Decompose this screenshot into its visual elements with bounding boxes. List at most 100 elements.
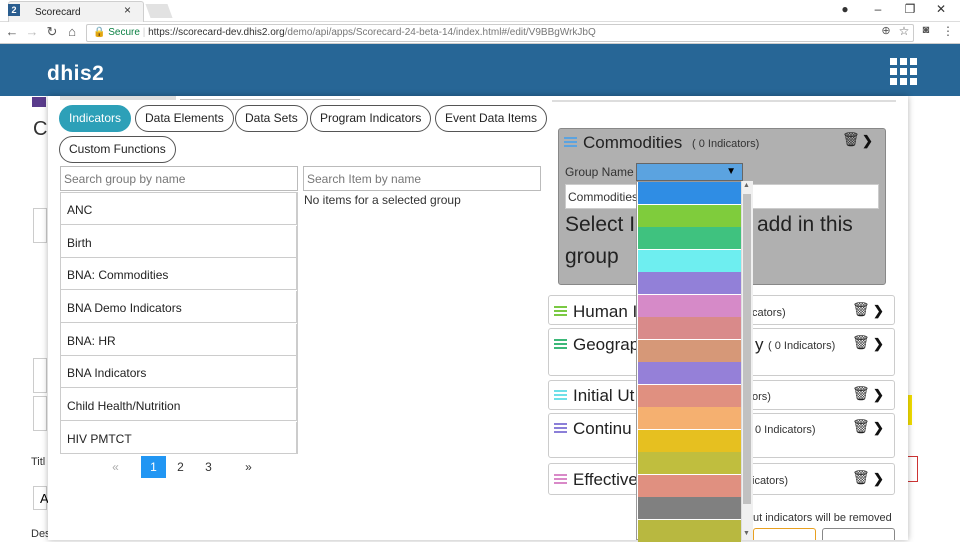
trash-icon[interactable]: 🗑	[852, 301, 870, 318]
close-icon[interactable]: ✕	[926, 2, 956, 16]
color-swatch-option[interactable]	[638, 294, 741, 317]
back-icon[interactable]: ←	[4, 24, 20, 39]
color-swatch-option[interactable]	[638, 182, 741, 204]
browser-tab-strip	[0, 0, 960, 22]
color-swatch-option[interactable]	[638, 452, 741, 474]
group-title: Initial Ut	[573, 386, 635, 405]
trash-icon[interactable]: 🗑	[842, 131, 860, 148]
bg-box	[33, 208, 47, 243]
group-title: Continu	[573, 419, 632, 438]
minimize-icon[interactable]: –	[863, 2, 893, 16]
tab-event-data-items[interactable]: Event Data Items	[435, 105, 548, 132]
trash-icon[interactable]: 🗑	[852, 469, 870, 486]
chevron-down-icon[interactable]: ❯	[873, 420, 884, 436]
scroll-down-icon[interactable]: ▼	[743, 530, 750, 537]
reload-icon[interactable]: ↻	[44, 24, 60, 40]
chevron-down-icon[interactable]: ❯	[862, 133, 873, 149]
trash-icon[interactable]: 🗑	[852, 385, 870, 402]
select-hint-text: add in this	[757, 213, 853, 236]
color-swatch-option[interactable]	[638, 204, 741, 227]
tab-custom-functions[interactable]: Custom Functions	[59, 136, 176, 163]
trash-icon[interactable]: 🗑	[852, 418, 870, 435]
item-search-input[interactable]: Search Item by name	[303, 166, 541, 191]
group-title-suffix: y	[755, 335, 764, 354]
color-swatch-option[interactable]	[638, 407, 741, 429]
group-list-item[interactable]: BNA Demo Indicators	[60, 291, 297, 323]
forward-icon[interactable]: →	[24, 24, 40, 39]
color-swatch-option[interactable]	[638, 519, 741, 542]
menu-dots-icon[interactable]: ⋮	[940, 24, 956, 38]
group-list-item[interactable]: BNA: Commodities	[60, 258, 297, 290]
tab-indicators[interactable]: Indicators	[59, 105, 132, 132]
color-swatch-option[interactable]	[638, 227, 741, 249]
bg-title-fragment: C	[33, 118, 48, 140]
camera-icon[interactable]: ◙	[918, 24, 934, 36]
color-swatch-option[interactable]	[638, 474, 741, 497]
tab-data-elements[interactable]: Data Elements	[135, 105, 234, 132]
drag-handle-icon[interactable]	[554, 390, 567, 400]
group-indicator-count: icators)	[752, 475, 789, 487]
apps-grid-icon[interactable]	[890, 58, 917, 85]
drag-handle-icon[interactable]	[554, 339, 567, 349]
color-swatch-option[interactable]	[638, 317, 741, 339]
bg-box	[33, 396, 47, 431]
color-swatch-option[interactable]	[638, 362, 741, 384]
group-list-item[interactable]: BNA: HR	[60, 324, 297, 356]
chevron-down-icon[interactable]: ❯	[873, 471, 884, 487]
pagination-prev[interactable]: «	[103, 456, 128, 478]
color-swatch-option[interactable]	[638, 272, 741, 294]
group-list-item[interactable]: HIV PMTCT	[60, 422, 297, 454]
color-select[interactable]: ▼	[636, 163, 743, 181]
group-indicator-count: ( 0 Indicators)	[768, 340, 836, 352]
pagination-page-1[interactable]: 1	[141, 456, 166, 478]
footer-note: ut indicators will be removed	[753, 512, 892, 524]
group-search-input[interactable]: Search group by name	[60, 166, 298, 191]
drag-handle-icon[interactable]	[554, 474, 567, 484]
tab-program-indicators[interactable]: Program Indicators	[310, 105, 432, 132]
bg-logo-fragment	[32, 97, 46, 107]
select-hint-text: group	[565, 245, 619, 268]
footer-button[interactable]	[753, 528, 816, 540]
group-indicator-count: 0 Indicators)	[755, 424, 816, 436]
modal-tab-strip	[60, 96, 176, 100]
drag-handle-icon[interactable]	[554, 423, 567, 433]
chevron-down-icon[interactable]: ❯	[873, 336, 884, 352]
group-list-item[interactable]: BNA Indicators	[60, 356, 297, 388]
url-host: https://scorecard-dev.dhis2.org	[148, 27, 285, 38]
bookmark-star-icon[interactable]: ☆	[896, 24, 912, 38]
pagination-page-2[interactable]: 2	[168, 456, 193, 478]
footer-button[interactable]	[822, 528, 895, 540]
tab-close-icon[interactable]: ×	[124, 3, 131, 17]
group-title: Commodities	[583, 133, 683, 152]
group-list-item[interactable]: ANC	[60, 193, 297, 225]
pagination-page-3[interactable]: 3	[196, 456, 221, 478]
scroll-up-icon[interactable]: ▲	[743, 182, 750, 189]
bg-label: Titl	[31, 456, 46, 468]
pagination-next[interactable]: »	[236, 456, 261, 478]
color-swatch-option[interactable]	[638, 384, 741, 407]
group-list-item[interactable]: Birth	[60, 226, 297, 258]
account-icon[interactable]: ●	[830, 2, 860, 16]
url-field[interactable]: 🔒 Secure | https://scorecard-dev.dhis2.o…	[86, 24, 914, 42]
chevron-down-icon[interactable]: ❯	[873, 387, 884, 403]
tab-data-sets[interactable]: Data Sets	[235, 105, 308, 132]
color-swatch-option[interactable]	[638, 339, 741, 362]
select-hint-text: Select I	[565, 213, 636, 236]
color-swatch-option[interactable]	[638, 497, 741, 519]
group-indicator-count: ( 0 Indicators)	[692, 138, 760, 150]
zoom-icon[interactable]: ⊕	[878, 24, 894, 37]
modal-tab-strip	[180, 96, 360, 100]
drag-handle-icon[interactable]	[564, 137, 577, 147]
home-icon[interactable]: ⌂	[64, 24, 80, 39]
dropdown-scroll-thumb[interactable]	[743, 194, 751, 504]
maximize-icon[interactable]: ❐	[895, 2, 925, 16]
trash-icon[interactable]: 🗑	[852, 334, 870, 351]
color-swatch-option[interactable]	[638, 249, 741, 272]
chevron-down-icon[interactable]: ❯	[873, 303, 884, 319]
color-swatch-option[interactable]	[638, 429, 741, 452]
new-tab-button[interactable]	[145, 4, 173, 18]
drag-handle-icon[interactable]	[554, 306, 567, 316]
group-list-item[interactable]: Child Health/Nutrition	[60, 389, 297, 421]
group-name-label: Group Name	[565, 165, 634, 179]
dhis2-logo[interactable]: dhis2	[47, 62, 104, 86]
